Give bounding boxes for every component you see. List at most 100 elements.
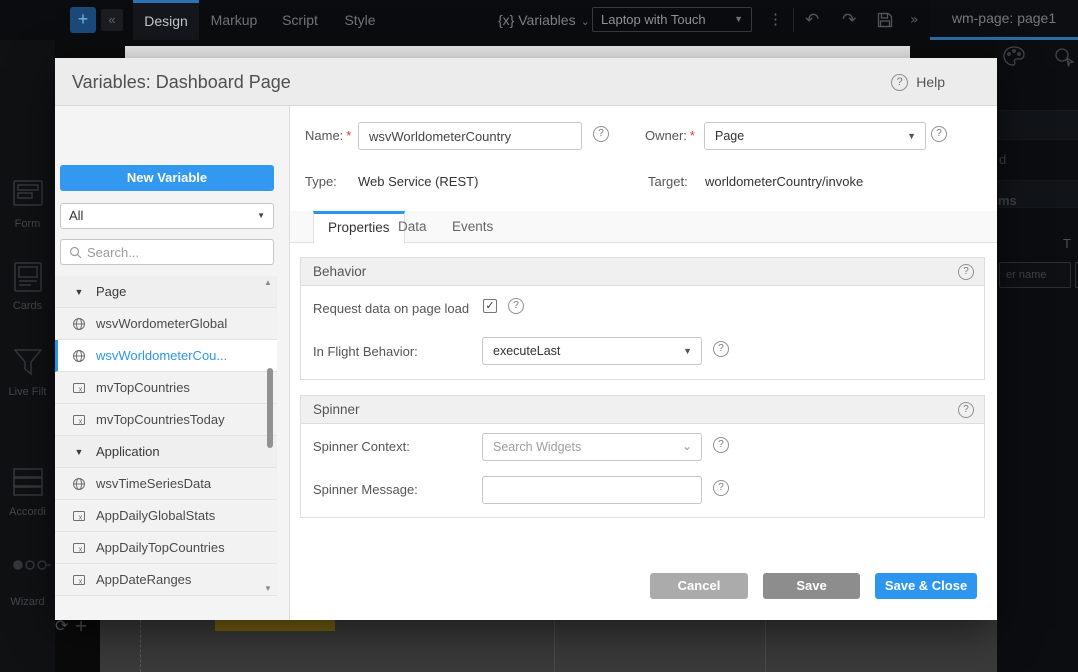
variable-row[interactable]: xAppDailyTopCountries [55,532,277,564]
dialog-header: Variables: Dashboard Page ? Help [55,58,997,106]
check-icon: ✓ [485,300,494,312]
search-input[interactable] [87,240,267,264]
tab-events[interactable]: Events [452,211,493,243]
variable-row[interactable]: xmvTopCountriesToday [55,404,277,436]
more-options-button[interactable]: ⋮ [768,0,783,40]
tab-properties[interactable]: Properties [313,211,405,244]
request-on-load-checkbox[interactable]: ✓ [483,299,497,313]
spinner-context-select[interactable]: Search Widgets ⌄ [482,433,702,461]
new-variable-button[interactable]: New Variable [60,165,274,191]
variable-row[interactable]: wsvWorldometerCou... [55,340,277,372]
spinner-section: Spinner ? Spinner Context: Search Widget… [300,395,985,518]
variables-menu-label: {x} Variables [498,12,576,28]
request-on-load-label: Request data on page load [313,301,469,316]
help-icon[interactable]: ? [508,298,524,314]
help-icon[interactable]: ? [958,264,974,280]
help-icon[interactable]: ? [713,437,729,453]
variable-label: AppDateRanges [96,572,191,587]
target-label: Target: [648,174,688,189]
device-preview-select[interactable]: Laptop with Touch ▼ [592,7,752,32]
canvas-selected-widget [215,620,335,631]
help-icon[interactable]: ? [713,341,729,357]
variable-filter-select[interactable]: All ▼ [60,203,274,229]
tab-markup[interactable]: Markup [199,0,269,40]
variable-group-row[interactable]: ▼ Application [55,436,277,468]
spinner-context-label: Spinner Context: [313,439,410,454]
help-link[interactable]: ? Help [891,58,945,106]
redo-button[interactable]: ↷ [842,0,856,40]
variable-label: Application [96,444,160,459]
palette-item-wizard[interactable]: Wizard [0,558,55,608]
model-variable-icon: x [72,509,86,523]
panel-row [997,110,1078,140]
palette-item-live-filt[interactable]: Live Filt [0,348,55,398]
inflight-select-value: executeLast [493,344,560,358]
palette-item-label: Live Filt [0,386,55,398]
add-page-button[interactable]: + [70,7,96,33]
help-icon: ? [891,74,908,91]
variable-label: mvTopCountries [96,380,190,395]
filter-icon [12,348,44,380]
collapse-caret-icon: ▼ [72,285,86,299]
help-icon[interactable]: ? [958,402,974,418]
collapse-panel-button[interactable]: « [101,9,123,31]
required-asterisk: * [346,128,351,143]
palette-item-accordi[interactable]: Accordi [0,468,55,518]
panel-text-fragment: T [1063,236,1071,251]
save-and-close-button[interactable]: Save & Close [875,573,977,599]
variables-menu-button[interactable]: {x} Variables⌄ [498,0,590,40]
scroll-up-icon[interactable]: ▲ [264,278,272,287]
cancel-button[interactable]: Cancel [650,573,748,599]
variable-row[interactable]: wsvTimeSeriesData [55,468,277,500]
design-canvas: ▾ [100,620,1010,672]
spinner-title: Spinner [313,396,360,424]
canvas-divider [554,620,555,672]
variable-row[interactable]: wsvWordometerGlobal [55,308,277,340]
save-button[interactable]: Save [763,573,860,599]
top-toolbar: + « Design Markup Script Style {x} Varia… [0,0,1078,40]
chevron-down-icon: ⌄ [682,434,692,458]
floppy-save-icon [876,14,894,34]
kebab-icon: ⋮ [768,11,783,28]
filter-select-value: All [69,208,83,223]
expand-toolbar-button[interactable]: » [910,0,919,40]
variable-group-row[interactable]: ▼ Page [55,276,277,308]
help-label: Help [916,74,945,90]
toolbar-divider [793,8,794,32]
palette-item-form[interactable]: Form [0,180,55,230]
spinner-message-input[interactable] [482,476,702,504]
canvas-divider [765,620,766,672]
save-project-button[interactable] [876,11,894,34]
scroll-down-icon[interactable]: ▼ [264,584,272,593]
tab-style[interactable]: Style [331,0,389,40]
webservice-icon [72,477,86,491]
inflight-behavior-select[interactable]: executeLast ▼ [482,337,702,365]
variable-row[interactable]: xAppDailyGlobalStats [55,500,277,532]
tab-design[interactable]: Design [133,0,199,40]
caret-down-icon: ▼ [734,8,743,31]
behavior-section-header: Behavior ? [301,258,984,286]
panel-text-fragment: d [999,152,1006,167]
type-value: Web Service (REST) [358,174,478,189]
variable-label: wsvWordometerGlobal [96,316,227,331]
tab-data[interactable]: Data [398,211,427,243]
svg-text:x: x [79,386,83,393]
help-icon[interactable]: ? [713,480,729,496]
page-tab-wm-page[interactable]: wm-page: page1 [930,0,1078,40]
help-icon[interactable]: ? [593,126,609,142]
owner-select[interactable]: Page ▼ [704,122,926,150]
variable-row[interactable]: xAppDateRanges [55,564,277,596]
help-icon[interactable]: ? [931,126,947,142]
redo-icon: ↷ [842,10,856,30]
undo-button[interactable]: ↶ [805,0,819,40]
variable-name-input[interactable] [358,122,582,150]
palette-item-cards[interactable]: Cards [0,262,55,312]
model-variable-icon: x [72,541,86,555]
variable-label: Page [96,284,126,299]
variable-row[interactable]: x mvTopCountries [55,372,277,404]
tab-script[interactable]: Script [269,0,331,40]
dialog-title: Variables: Dashboard Page [72,58,291,106]
behavior-section: Behavior ? Request data on page load ✓ ?… [300,257,985,380]
collapse-caret-icon: ▼ [72,445,86,459]
scrollbar-thumb[interactable] [267,368,273,448]
